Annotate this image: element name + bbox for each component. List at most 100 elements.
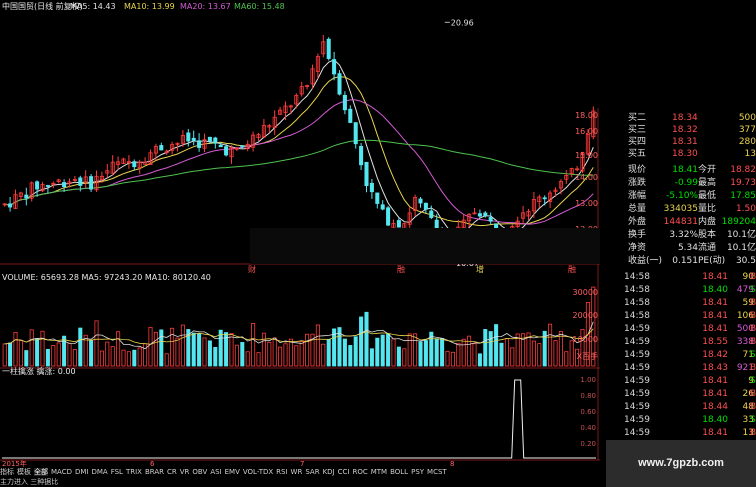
tick-row[interactable]: 14:59 18.43 921 B <box>624 362 756 374</box>
tick-price: 18.41 <box>702 428 728 438</box>
quote-field-row: 涨跌 -0.99 最高 19.73 <box>600 177 756 189</box>
volume-bar <box>202 337 207 367</box>
bid-price: 18.32 <box>672 125 698 135</box>
volume-bar <box>488 331 493 367</box>
field-label-2: 今开 <box>698 165 717 175</box>
volume-bar <box>72 349 77 367</box>
volume-bar <box>386 333 391 367</box>
volume-bar <box>56 342 61 367</box>
tick-row[interactable]: 14:59 18.40 33 S <box>624 414 756 426</box>
tab-dma[interactable]: DMA <box>91 468 107 476</box>
field-label-2: 内盘 <box>698 217 717 227</box>
tick-price: 18.44 <box>702 402 728 412</box>
volume-bar <box>467 335 472 367</box>
tick-time: 14:59 <box>624 376 650 386</box>
tab-trix[interactable]: TRIX <box>126 468 142 476</box>
tab-rsi[interactable]: RSI <box>276 468 287 476</box>
tick-time: 14:58 <box>624 298 650 308</box>
volume-bar <box>450 351 455 367</box>
field-value: 334035 <box>663 204 698 214</box>
tab-fsl[interactable]: FSL <box>111 468 123 476</box>
candle <box>218 144 223 148</box>
candle <box>348 108 353 123</box>
tab-asi[interactable]: ASI <box>210 468 221 476</box>
tab-cci[interactable]: CCI <box>338 468 350 476</box>
tick-row[interactable]: 14:59 18.55 338 B <box>624 336 756 348</box>
tab-macd[interactable]: MACD <box>51 468 72 476</box>
event-marker: 融 <box>397 264 405 274</box>
tab-mcst[interactable]: MCST <box>427 468 447 476</box>
volume-bar <box>423 340 428 367</box>
tab-指标[interactable]: 指标 <box>0 468 14 476</box>
tick-row[interactable]: 14:58 18.41 90 B <box>624 271 756 283</box>
indicator-axis-label: 0.20 <box>580 440 596 448</box>
volume-bar <box>445 350 450 367</box>
tab-kdj[interactable]: KDJ <box>323 468 335 476</box>
candle <box>159 145 164 151</box>
tab-dmi[interactable]: DMI <box>75 468 89 476</box>
tick-flag: S <box>750 376 756 386</box>
quote-field-row: 收益(一) 0.151 PE(动) 30.5 <box>600 255 756 267</box>
volume-bar <box>164 353 169 367</box>
tab-obv[interactable]: OBV <box>192 468 207 476</box>
field-value-2: 1.50 <box>735 204 756 214</box>
candle <box>78 177 83 186</box>
indicator-tabs[interactable]: 指标 模板 全部 MACD DMI DMA FSL TRIX BRAR CR VR OBV ASI EMV… <box>0 467 450 477</box>
bid-volume: 377 <box>738 125 756 135</box>
bid-label: 买四 <box>628 137 647 147</box>
volume-bar <box>391 338 396 367</box>
tick-row[interactable]: 14:59 18.42 71 S <box>624 349 756 361</box>
tab-sar[interactable]: SAR <box>305 468 319 476</box>
quote-field-row: 现价 18.41 今开 18.82 <box>600 164 756 176</box>
volume-bar <box>369 348 374 367</box>
candle <box>24 194 29 199</box>
tick-row[interactable]: 14:59 18.41 26 B <box>624 388 756 400</box>
tab-vol-tdx[interactable]: VOL-TDX <box>243 468 273 476</box>
tick-row[interactable]: 14:59 18.41 9 S <box>624 375 756 387</box>
field-label: 现价 <box>628 165 647 175</box>
volume-bar <box>558 331 563 367</box>
volume-bar <box>413 333 418 367</box>
ma60-line <box>4 139 594 207</box>
volume-bar <box>153 331 158 367</box>
tick-row[interactable]: 14:59 18.41 13 B <box>624 427 756 439</box>
tick-flag: B <box>750 298 756 308</box>
volume-bar <box>359 316 364 367</box>
volume-bar <box>537 343 542 367</box>
tab-vr[interactable]: VR <box>180 468 190 476</box>
candle <box>62 182 67 188</box>
bid-row: 买五 18.30 13 <box>600 148 756 160</box>
tab-roc[interactable]: ROC <box>352 468 367 476</box>
price-axis-label: 13.00 <box>575 199 598 208</box>
tab-brar[interactable]: BRAR <box>145 468 164 476</box>
tick-row[interactable]: 14:59 18.44 48 B <box>624 401 756 413</box>
tab-emv[interactable]: EMV <box>225 468 240 476</box>
volume-bar <box>240 342 245 367</box>
tick-price: 18.41 <box>702 389 728 399</box>
tick-row[interactable]: 14:58 18.41 59 B <box>624 297 756 309</box>
date-axis-marker: 7 <box>300 460 304 467</box>
tab-cr[interactable]: CR <box>167 468 177 476</box>
bid-row: 买四 18.31 280 <box>600 136 756 148</box>
field-value-2: 10.1亿 <box>726 243 756 253</box>
candle <box>369 182 374 193</box>
tab-模板[interactable]: 模板 <box>17 468 31 476</box>
tick-row[interactable]: 14:59 18.41 500 B <box>624 323 756 335</box>
date-axis-marker: 6 <box>150 460 155 467</box>
price-axis-label: 15.00 <box>575 151 598 160</box>
tab-全部[interactable]: 全部 <box>34 468 48 476</box>
candle <box>342 94 347 111</box>
tick-row[interactable]: 14:58 18.41 106 B <box>624 310 756 322</box>
tab-wr[interactable]: WR <box>291 468 303 476</box>
field-label-2: 最高 <box>698 178 717 188</box>
field-label-2: 最低 <box>698 191 717 201</box>
volume-axis-label: X百手 <box>577 351 598 361</box>
tick-row[interactable]: 14:58 18.40 479 S <box>624 284 756 296</box>
ma-label: MA5: 14.43 <box>70 2 116 11</box>
volume-bar <box>234 344 239 367</box>
tab-boll[interactable]: BOLL <box>390 468 408 476</box>
tab-mtm[interactable]: MTM <box>371 468 387 476</box>
volume-axis-label: 10000 <box>573 335 598 344</box>
volume-bar <box>288 338 293 367</box>
tab-psy[interactable]: PSY <box>411 468 424 476</box>
